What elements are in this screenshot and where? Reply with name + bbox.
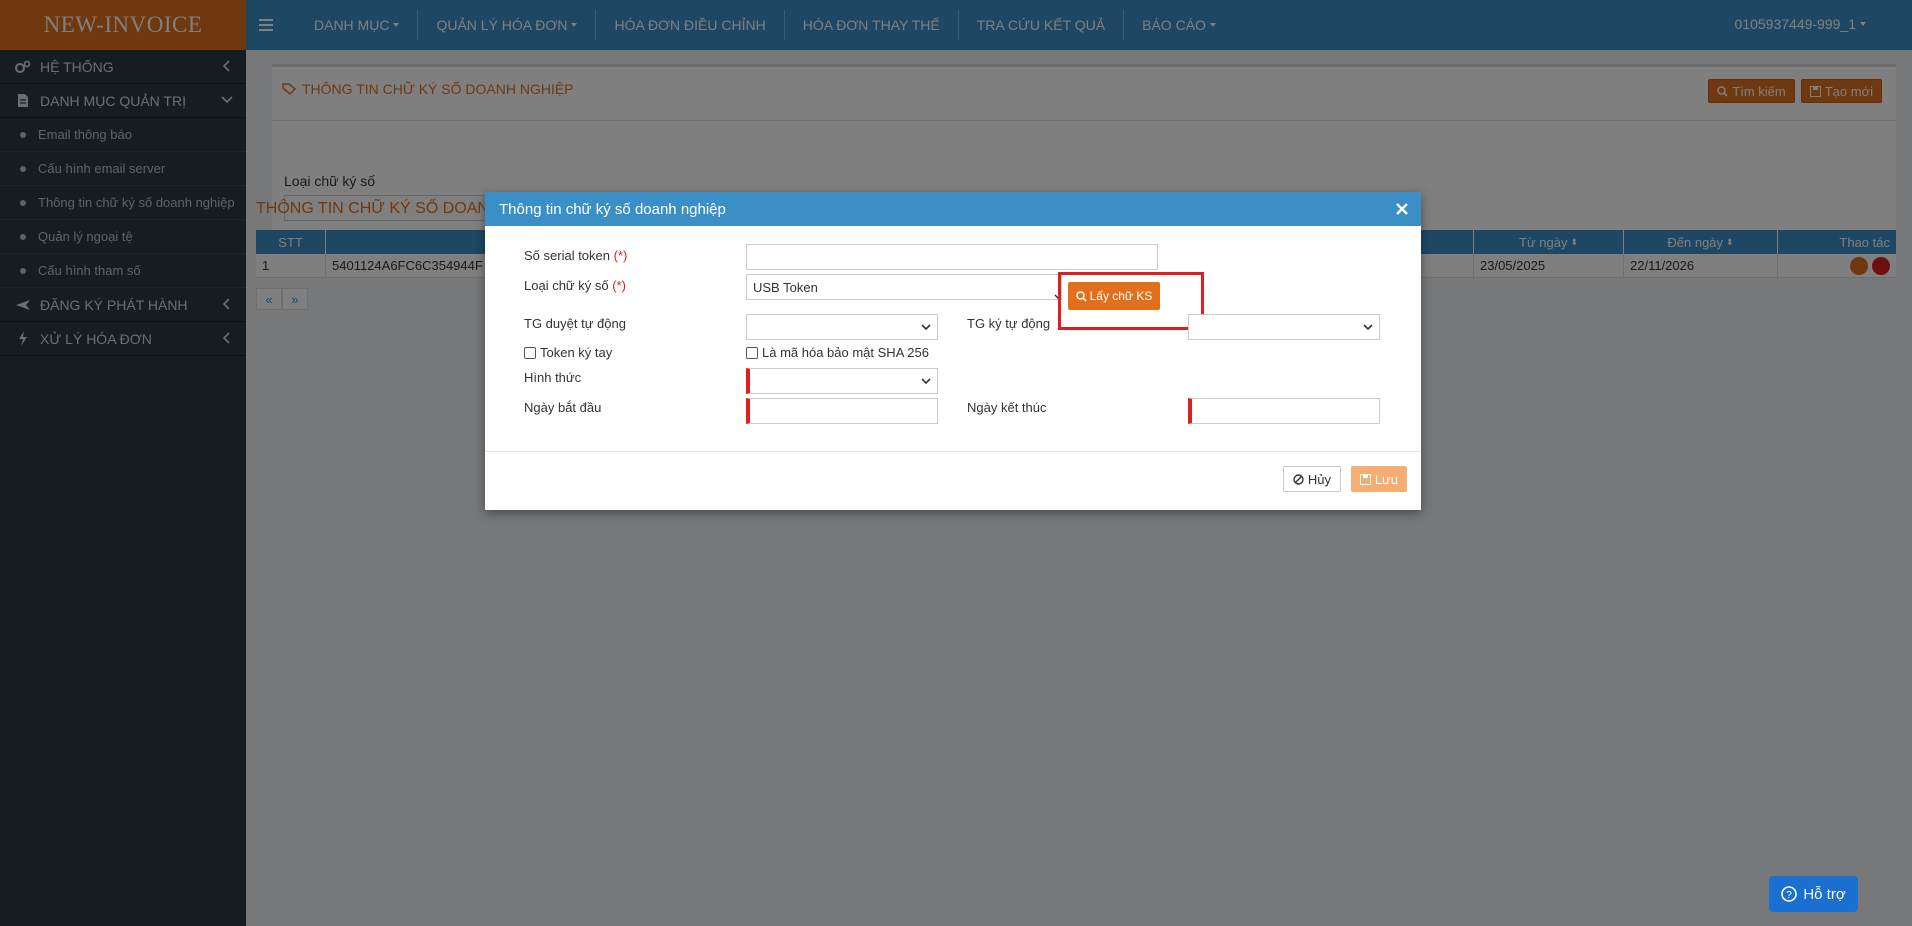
modal-footer: Hủy Lưu — [485, 452, 1421, 510]
serial-token-input[interactable] — [746, 244, 1158, 270]
help-button-label: Hỗ trợ — [1803, 885, 1846, 903]
save-icon — [1359, 473, 1371, 485]
checkbox-box — [524, 346, 536, 359]
required-mark: (*) — [613, 248, 628, 263]
signature-modal: Thông tin chữ ký số doanh nghiệp Số seri… — [485, 192, 1421, 510]
modal-header: Thông tin chữ ký số doanh nghiệp — [485, 192, 1421, 226]
chevron-down-icon — [1363, 323, 1373, 330]
auto-sign-select[interactable] — [1188, 314, 1380, 340]
svg-text:?: ? — [1787, 890, 1793, 901]
auto-approve-select[interactable] — [746, 314, 938, 340]
end-date-input[interactable] — [1188, 398, 1380, 424]
manual-token-checkbox[interactable]: Token ký tay — [524, 345, 612, 360]
save-button-label: Lưu — [1374, 471, 1398, 487]
manual-token-label: Token ký tay — [540, 345, 613, 360]
auto-approve-label: TG duyệt tự động — [524, 316, 626, 331]
serial-label-text: Số serial token — [524, 248, 610, 263]
sha256-checkbox[interactable]: Là mã hóa bảo mật SHA 256 — [746, 345, 929, 360]
start-date-input[interactable] — [746, 398, 938, 424]
modal-body: Số serial token (*) Loại chữ ký số (*) U… — [485, 226, 1421, 452]
required-mark: (*) — [612, 278, 626, 293]
highlight-box — [1058, 272, 1204, 330]
serial-label: Số serial token (*) — [524, 248, 627, 263]
start-date-label: Ngày bắt đầu — [524, 400, 602, 415]
question-circle-icon: ? — [1781, 886, 1798, 902]
form-label: Hình thức — [524, 370, 582, 385]
cancel-button[interactable]: Hủy — [1282, 466, 1341, 492]
end-date-label: Ngày kết thúc — [967, 400, 1047, 415]
form-select[interactable] — [746, 368, 938, 394]
cancel-button-label: Hủy — [1307, 471, 1331, 487]
chevron-down-icon — [921, 323, 931, 330]
chevron-down-icon — [921, 377, 931, 384]
checkbox-box — [746, 346, 758, 359]
sha256-label: Là mã hóa bảo mật SHA 256 — [762, 345, 929, 360]
signature-type-select[interactable]: USB Token — [746, 274, 1062, 300]
save-button[interactable]: Lưu — [1350, 466, 1407, 492]
ban-icon — [1293, 473, 1304, 485]
auto-sign-label: TG ký tự động — [967, 316, 1051, 331]
signature-type-label-text: Loại chữ ký số — [524, 278, 609, 293]
modal-title: Thông tin chữ ký số doanh nghiệp — [499, 200, 726, 218]
help-button[interactable]: ? Hỗ trợ — [1769, 876, 1858, 912]
signature-type-label: Loại chữ ký số (*) — [524, 278, 626, 293]
signature-type-value: USB Token — [753, 279, 818, 295]
close-icon[interactable] — [1393, 200, 1411, 218]
